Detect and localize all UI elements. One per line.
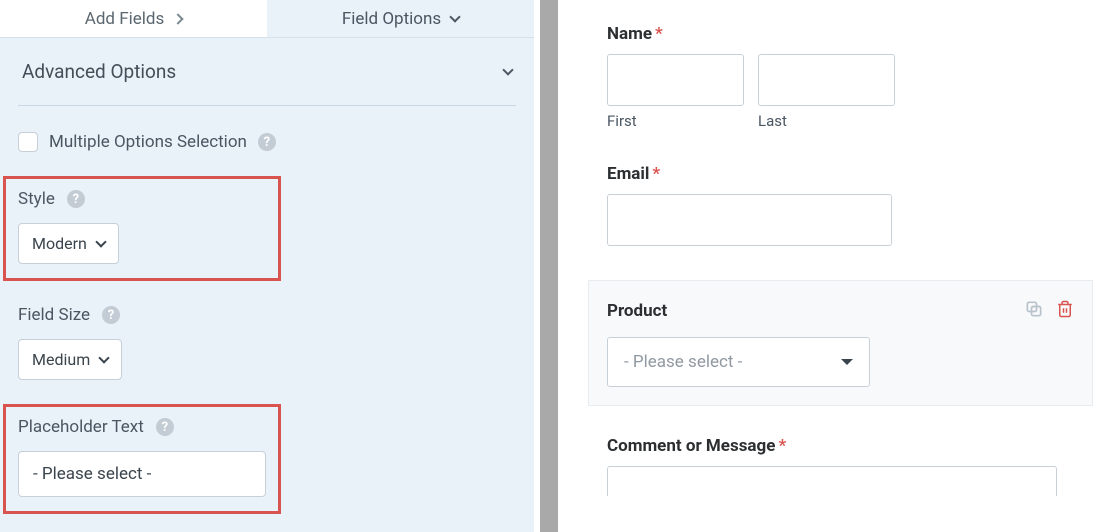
style-value: Modern (32, 234, 87, 253)
chevron-right-icon (173, 13, 184, 24)
multiple-options-label: Multiple Options Selection (49, 132, 247, 152)
chevron-down-icon (99, 352, 110, 363)
multiple-options-row: Multiple Options Selection ? (18, 132, 516, 152)
name-field: Name* First Last (607, 24, 1074, 130)
help-icon[interactable]: ? (258, 133, 276, 151)
product-dropdown[interactable]: - Please select - (607, 337, 870, 387)
name-label: Name* (607, 24, 1074, 44)
product-dropdown-placeholder: - Please select - (624, 352, 742, 372)
duplicate-icon[interactable] (1024, 299, 1044, 323)
placeholder-text-label: Placeholder Text (18, 417, 144, 437)
tab-field-options-label: Field Options (342, 9, 441, 29)
last-name-input[interactable] (758, 54, 895, 106)
first-sublabel: First (607, 112, 744, 130)
comment-label-text: Comment or Message (607, 436, 775, 456)
chevron-down-icon (95, 236, 106, 247)
help-icon[interactable]: ? (102, 306, 120, 324)
trash-icon[interactable] (1056, 299, 1074, 323)
required-marker: * (655, 24, 663, 44)
triangle-down-icon (841, 359, 853, 365)
tab-add-fields-label: Add Fields (85, 9, 165, 29)
email-input[interactable] (607, 194, 892, 246)
options-sidebar: Add Fields Field Options Advanced Option… (0, 0, 534, 532)
product-field[interactable]: Product - Please select - (588, 280, 1093, 406)
tab-field-options[interactable]: Field Options (267, 0, 534, 37)
email-field: Email* (607, 164, 1074, 246)
name-label-text: Name (607, 24, 652, 44)
sidebar-tabs: Add Fields Field Options (0, 0, 534, 38)
form-preview: Name* First Last Email* Product (565, 0, 1116, 532)
field-size-control: Field Size ? Medium (18, 305, 516, 380)
multiple-options-checkbox[interactable] (18, 132, 38, 152)
style-select[interactable]: Modern (18, 223, 119, 264)
field-size-value: Medium (32, 350, 90, 369)
field-size-select[interactable]: Medium (18, 339, 122, 380)
help-icon[interactable]: ? (156, 418, 174, 436)
first-name-input[interactable] (607, 54, 744, 106)
product-label: Product (607, 301, 667, 321)
placeholder-text-control: Placeholder Text ? (3, 404, 281, 514)
pane-divider[interactable] (534, 0, 565, 532)
placeholder-text-input[interactable] (18, 451, 266, 497)
required-marker: * (652, 164, 660, 184)
email-label-text: Email (607, 164, 649, 184)
comment-label: Comment or Message* (607, 436, 1074, 456)
email-label: Email* (607, 164, 1074, 184)
advanced-options-title: Advanced Options (22, 60, 176, 83)
help-icon[interactable]: ? (67, 190, 85, 208)
comment-field: Comment or Message* (607, 436, 1074, 496)
comment-textarea[interactable] (607, 466, 1057, 496)
options-panel: Advanced Options Multiple Options Select… (0, 38, 534, 532)
required-marker: * (778, 436, 786, 456)
style-label: Style (18, 189, 55, 209)
chevron-down-icon (449, 11, 460, 22)
advanced-options-header[interactable]: Advanced Options (18, 38, 516, 106)
field-size-label: Field Size (18, 305, 90, 325)
last-sublabel: Last (758, 112, 895, 130)
chevron-down-icon (502, 64, 513, 75)
style-control: Style ? Modern (3, 176, 281, 281)
tab-add-fields[interactable]: Add Fields (0, 0, 267, 37)
